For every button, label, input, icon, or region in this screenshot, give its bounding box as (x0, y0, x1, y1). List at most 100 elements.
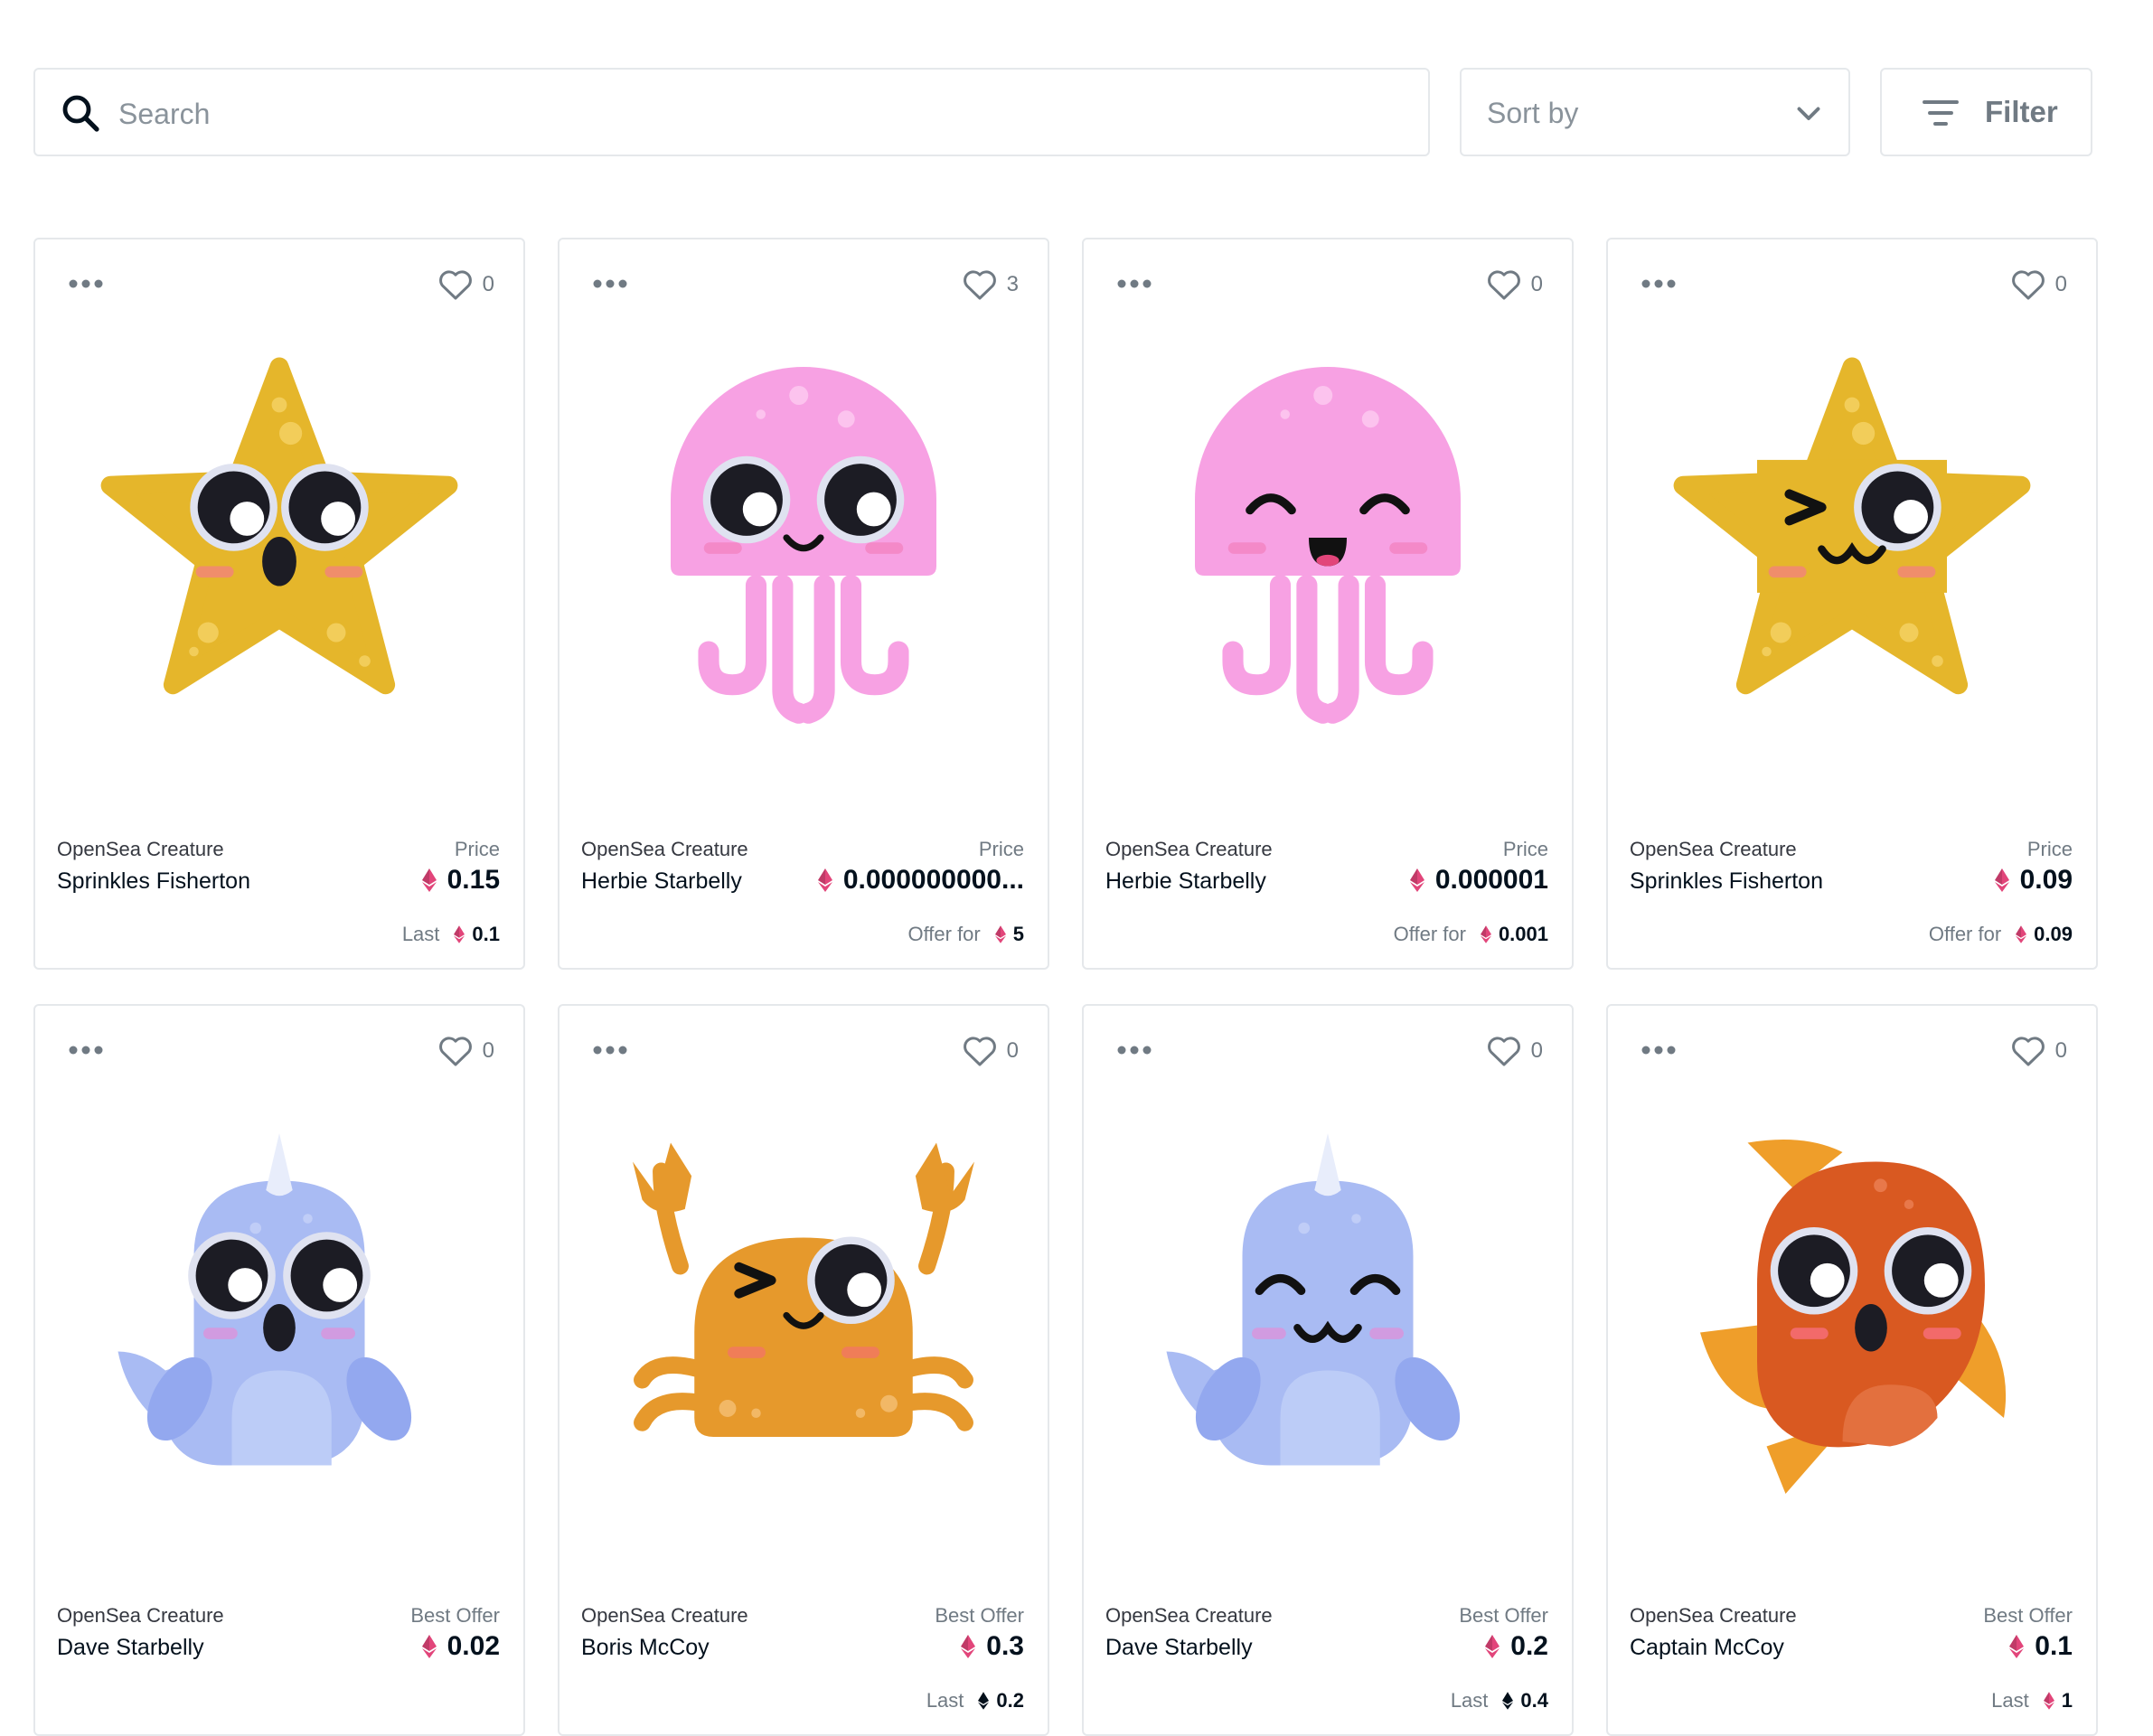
collection-name[interactable]: OpenSea Creature (1105, 838, 1273, 861)
favorite-button[interactable]: 0 (1486, 265, 1543, 305)
price-value: 0.02 (421, 1631, 500, 1662)
chevron-down-icon (1797, 107, 1820, 120)
asset-image[interactable] (1138, 1114, 1518, 1494)
asset-name[interactable]: Herbie Starbelly (581, 868, 742, 895)
search-input[interactable] (117, 86, 1386, 142)
collection-name[interactable]: OpenSea Creature (1630, 1604, 1797, 1628)
secondary-price-label: Last (401, 923, 440, 945)
more-options-icon[interactable] (1116, 1044, 1152, 1056)
filter-button[interactable]: Filter (1880, 68, 2092, 156)
secondary-price: Last 0.4 (1451, 1689, 1548, 1713)
asset-image[interactable] (1138, 348, 1518, 727)
asset-name[interactable]: Dave Starbelly (1105, 1635, 1253, 1661)
asset-image[interactable] (89, 1114, 469, 1494)
asset-name[interactable]: Herbie Starbelly (1105, 868, 1266, 895)
asset-card[interactable]: 0 OpenSea Creature Dave Starbelly Best O… (33, 1004, 525, 1736)
eth-icon (817, 868, 832, 892)
price-label: Price (1502, 838, 1548, 860)
secondary-price-value: 0.4 (1520, 1689, 1548, 1712)
more-options-icon[interactable] (1116, 277, 1152, 290)
asset-card[interactable]: 0 OpenSea Creature Sprinkles Fisherton P… (1606, 238, 2098, 970)
eth-icon (961, 1635, 976, 1658)
search-icon (62, 95, 99, 132)
collection-name[interactable]: OpenSea Creature (57, 838, 224, 861)
price-amount: 0.02 (447, 1631, 500, 1661)
asset-name[interactable]: Boris McCoy (581, 1635, 710, 1661)
asset-image[interactable] (1662, 348, 2042, 727)
search-box[interactable] (33, 68, 1430, 156)
sort-dropdown[interactable]: Sort by (1460, 68, 1850, 156)
secondary-price-value: 1 (2061, 1689, 2073, 1712)
crab-image (633, 1142, 974, 1437)
price-value: 0.3 (961, 1631, 1024, 1662)
favorite-button[interactable]: 0 (1486, 1031, 1543, 1071)
starfish-image (1673, 357, 2031, 695)
asset-image[interactable] (614, 348, 993, 727)
asset-image[interactable] (89, 348, 469, 727)
eth-icon (1409, 868, 1424, 892)
more-options-icon[interactable] (1641, 1044, 1677, 1056)
favorite-count: 0 (2054, 272, 2067, 296)
secondary-price-value: 0.1 (472, 923, 500, 945)
asset-name[interactable]: Sprinkles Fisherton (1630, 868, 1823, 895)
favorite-button[interactable]: 0 (2010, 1031, 2067, 1071)
asset-name[interactable]: Dave Starbelly (57, 1635, 204, 1661)
heart-icon (1487, 1037, 1520, 1066)
asset-card[interactable]: 3 OpenSea Creature Herbie Starbelly Pric… (558, 238, 1049, 970)
filter-icon (1923, 100, 1959, 126)
secondary-price-label: Offer for (1393, 923, 1466, 945)
favorite-button[interactable]: 0 (2010, 265, 2067, 305)
price-label: Price (454, 838, 500, 860)
price-value: 0.09 (1994, 865, 2073, 896)
favorite-button[interactable]: 0 (962, 1031, 1019, 1071)
asset-card[interactable]: 0 OpenSea Creature Sprinkles Fisherton P… (33, 238, 525, 970)
price-label: Price (978, 838, 1024, 860)
secondary-price-value: 5 (1012, 923, 1024, 945)
price-amount: 0.3 (986, 1631, 1024, 1661)
collection-name[interactable]: OpenSea Creature (581, 1604, 748, 1628)
asset-name[interactable]: Captain McCoy (1630, 1635, 1784, 1661)
secondary-price: Last 0.1 (402, 923, 500, 946)
favorite-count: 3 (1006, 272, 1019, 296)
asset-card[interactable]: 0 OpenSea Creature Boris McCoy Best Offe… (558, 1004, 1049, 1736)
sort-label: Sort by (1487, 97, 1579, 129)
secondary-price-label: Offer for (1928, 923, 2002, 945)
collection-name[interactable]: OpenSea Creature (1630, 838, 1797, 861)
more-options-icon[interactable] (592, 277, 628, 290)
price-amount: 0.000000000... (842, 865, 1024, 895)
asset-name[interactable]: Sprinkles Fisherton (57, 868, 250, 895)
narwhal-image (1166, 1133, 1461, 1466)
asset-card[interactable]: 0 OpenSea Creature Herbie Starbelly Pric… (1082, 238, 1574, 970)
asset-image[interactable] (1662, 1114, 2042, 1494)
more-options-icon[interactable] (1641, 277, 1677, 290)
collection-name[interactable]: OpenSea Creature (1105, 1604, 1273, 1628)
secondary-price-value: 0.2 (996, 1689, 1024, 1712)
secondary-price-label: Last (1450, 1689, 1489, 1712)
starfish-image (100, 357, 458, 695)
eth-icon (1994, 868, 2009, 892)
price-value: 0.000000000... (817, 865, 1024, 896)
asset-card[interactable]: 0 OpenSea Creature Captain McCoy Best Of… (1606, 1004, 2098, 1736)
more-options-icon[interactable] (68, 277, 104, 290)
asset-card[interactable]: 0 OpenSea Creature Dave Starbelly Best O… (1082, 1004, 1574, 1736)
favorite-count: 0 (482, 272, 494, 296)
price-label: Best Offer (410, 1604, 500, 1627)
collection-name[interactable]: OpenSea Creature (57, 1604, 224, 1628)
heart-icon (438, 1037, 472, 1066)
secondary-price: Last 0.2 (926, 1689, 1024, 1713)
favorite-count: 0 (1006, 1038, 1019, 1063)
favorite-button[interactable]: 0 (437, 1031, 494, 1071)
favorite-button[interactable]: 3 (962, 265, 1019, 305)
collection-name[interactable]: OpenSea Creature (581, 838, 748, 861)
heart-icon (963, 270, 996, 300)
heart-icon (1487, 270, 1520, 300)
favorite-button[interactable]: 0 (437, 265, 494, 305)
secondary-price: Offer for 5 (907, 923, 1024, 946)
heart-icon (963, 1037, 996, 1066)
more-options-icon[interactable] (592, 1044, 628, 1056)
asset-image[interactable] (614, 1114, 993, 1494)
secondary-price: Offer for 0.09 (1929, 923, 2073, 946)
more-options-icon[interactable] (68, 1044, 104, 1056)
price-value: 0.2 (1485, 1631, 1548, 1662)
price-amount: 0.15 (447, 865, 500, 895)
